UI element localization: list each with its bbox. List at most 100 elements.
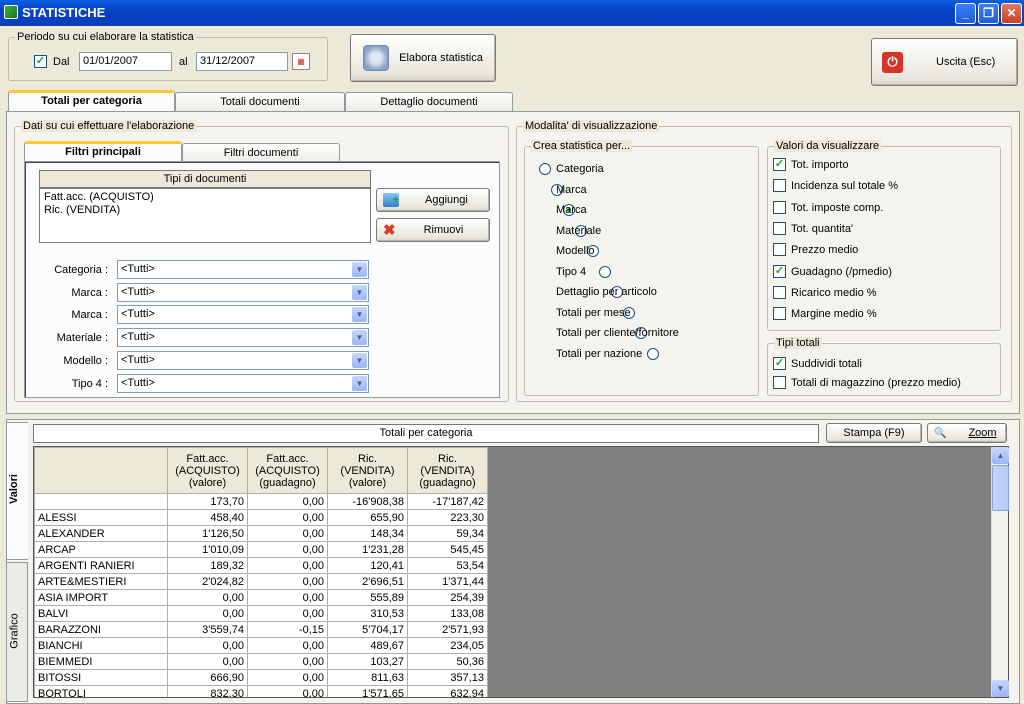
scroll-thumb[interactable] (992, 465, 1009, 511)
valori-checkbox[interactable] (773, 200, 786, 214)
valori-checkbox[interactable] (773, 221, 786, 235)
chevron-down-icon[interactable]: ▼ (352, 352, 367, 368)
tab-totali-categoria[interactable]: Totali per categoria (8, 90, 175, 112)
rimuovi-button[interactable]: ✖ Rimuovi (376, 218, 490, 242)
list-item[interactable]: Fatt.acc. (ACQUISTO) (44, 191, 366, 204)
elabora-button[interactable]: Elabora statistica (350, 34, 496, 82)
valori-checkbox[interactable]: ✓ (773, 264, 786, 278)
row-label: BORTOLI (34, 685, 168, 697)
tipi-checkbox[interactable] (773, 376, 786, 389)
row-label: ALESSI (34, 509, 168, 526)
filter-combo[interactable]: <Tutti> ▼ (117, 350, 369, 370)
chevron-down-icon[interactable]: ▼ (352, 284, 367, 300)
crea-radio[interactable] (599, 265, 611, 278)
table-row[interactable]: BIANCHI 0,00 0,00 489,67 234,05 (34, 637, 488, 654)
valori-label: Tot. quantita' (791, 222, 854, 235)
uscita-button[interactable]: ⏻ Uscita (Esc) (871, 38, 1018, 86)
valori-checkbox[interactable] (773, 243, 786, 257)
tipi-checkbox[interactable]: ✓ (773, 357, 786, 370)
vertical-scrollbar[interactable]: ▲ ▼ (991, 447, 1009, 697)
row-label: BIEMMEDI (34, 653, 168, 670)
calendar-icon[interactable]: ▦ (292, 53, 310, 70)
table-cell: 555,89 (327, 589, 408, 606)
results-grid[interactable]: Fatt.acc. (ACQUISTO) (valore) Fatt.acc. (ACQ… (33, 446, 1009, 698)
app-icon (4, 5, 18, 19)
column-header[interactable]: Ric. (VENDITA) (guadagno) (407, 447, 488, 494)
table-row[interactable]: BITOSSI 666,90 0,00 811,63 357,13 (34, 669, 488, 686)
chevron-down-icon[interactable]: ▼ (352, 330, 367, 346)
table-row[interactable]: ALESSI 458,40 0,00 655,90 223,30 (34, 509, 488, 526)
table-cell: 2'024,82 (167, 573, 248, 590)
valori-checkbox[interactable] (773, 285, 786, 299)
column-header-line: Fatt.acc. (186, 452, 229, 465)
table-row[interactable]: ARCAP 1'010,09 0,00 1'231,28 545,45 (34, 541, 488, 558)
stampa-label: Stampa (F9) (843, 427, 905, 439)
to-date-input[interactable]: 31/12/2007 (196, 52, 288, 71)
table-row[interactable]: BALVI 0,00 0,00 310,53 133,08 (34, 605, 488, 622)
table-cell: 0,00 (247, 573, 328, 590)
table-cell: 0,00 (167, 637, 248, 654)
column-header[interactable]: Fatt.acc. (ACQUISTO) (valore) (167, 447, 248, 494)
table-cell: 0,00 (247, 669, 328, 686)
column-header[interactable]: Fatt.acc. (ACQUISTO) (guadagno) (247, 447, 328, 494)
tab-totali-documenti[interactable]: Totali documenti (175, 92, 345, 112)
chevron-down-icon[interactable]: ▼ (352, 375, 367, 391)
table-row[interactable]: BARAZZONI 3'559,74 -0,15 5'704,17 2'571,93 (34, 621, 488, 638)
scroll-down-icon[interactable]: ▼ (992, 680, 1009, 697)
table-cell: 223,30 (407, 509, 488, 526)
table-cell: 0,00 (247, 637, 328, 654)
crea-option-label: Tipo 4 (556, 265, 587, 278)
aggiungi-button[interactable]: + Aggiungi (376, 188, 490, 212)
table-row[interactable]: ALEXANDER 1'126,50 0,00 148,34 59,34 (34, 525, 488, 542)
table-row[interactable]: ASIA IMPORT 0,00 0,00 555,89 254,39 (34, 589, 488, 606)
valori-label: Incidenza sul totale % (791, 180, 899, 193)
side-tab-valori-label: Valori (7, 474, 20, 504)
column-header-line: (guadagno) (419, 476, 476, 489)
tab-dettaglio-documenti[interactable]: Dettaglio documenti (345, 92, 513, 112)
table-row[interactable]: ARGENTI RANIERI 189,32 0,00 120,41 53,54 (34, 557, 488, 574)
crea-option-label: Materiale (556, 224, 602, 237)
maximize-button[interactable]: ❐ (978, 3, 999, 24)
side-tab-valori[interactable]: Valori (6, 422, 28, 560)
minimize-button[interactable]: _ (955, 3, 976, 24)
from-date-input[interactable]: 01/01/2007 (79, 52, 172, 71)
table-row[interactable]: BIEMMEDI 0,00 0,00 103,27 50,36 (34, 653, 488, 670)
crea-radio[interactable] (647, 347, 659, 360)
row-label: BITOSSI (34, 669, 168, 686)
table-cell: 50,36 (407, 653, 488, 670)
column-header[interactable]: Ric. (VENDITA) (valore) (327, 447, 408, 494)
period-group-label: Periodo su cui elaborare la statistica (15, 31, 196, 43)
table-cell: 148,34 (327, 525, 408, 542)
filter-combo[interactable]: <Tutti> ▼ (117, 282, 369, 302)
close-button[interactable]: ✕ (1001, 3, 1022, 24)
table-cell: 3'559,74 (167, 621, 248, 638)
table-cell: 1'371,44 (407, 573, 488, 590)
table-row[interactable]: ARTE&MESTIERI 2'024,82 0,00 2'696,51 1'371,4… (34, 573, 488, 590)
filter-combo[interactable]: <Tutti> ▼ (117, 373, 369, 393)
table-cell: 0,00 (247, 589, 328, 606)
table-row[interactable]: BORTOLI 832,30 0,00 1'571,65 632,94 (34, 685, 488, 697)
chevron-down-icon[interactable]: ▼ (352, 262, 367, 277)
tab-filtri-documenti[interactable]: Filtri documenti (182, 143, 340, 163)
table-cell: 59,34 (407, 525, 488, 542)
valori-checkbox[interactable]: ✓ (773, 158, 786, 171)
valori-checkbox[interactable] (773, 307, 786, 321)
scroll-up-icon[interactable]: ▲ (992, 447, 1009, 464)
doc-types-list[interactable]: Fatt.acc. (ACQUISTO) Ric. (VENDITA) (39, 188, 371, 243)
table-row[interactable]: 173,70 0,00 -16'908,38 -17'187,42 (34, 493, 488, 510)
tab-filtri-principali[interactable]: Filtri principali (24, 141, 182, 163)
table-cell: 189,32 (167, 557, 248, 574)
period-group: Periodo su cui elaborare la statistica ✓… (8, 31, 328, 81)
column-header-line: (guadagno) (259, 476, 316, 489)
crea-radio[interactable] (539, 163, 551, 175)
filter-combo[interactable]: <Tutti> ▼ (117, 328, 369, 348)
filter-combo[interactable]: <Tutti> ▼ (117, 305, 369, 325)
zoom-button[interactable]: 🔍 Zoom (927, 423, 1007, 443)
stampa-button[interactable]: Stampa (F9) (826, 423, 922, 443)
filter-combo[interactable]: <Tutti> ▼ (117, 260, 369, 279)
side-tab-grafico[interactable]: Grafico (6, 562, 28, 702)
chevron-down-icon[interactable]: ▼ (352, 307, 367, 323)
dal-checkbox[interactable]: ✓ (34, 55, 47, 68)
list-item[interactable]: Ric. (VENDITA) (44, 204, 366, 217)
valori-checkbox[interactable] (773, 179, 786, 193)
